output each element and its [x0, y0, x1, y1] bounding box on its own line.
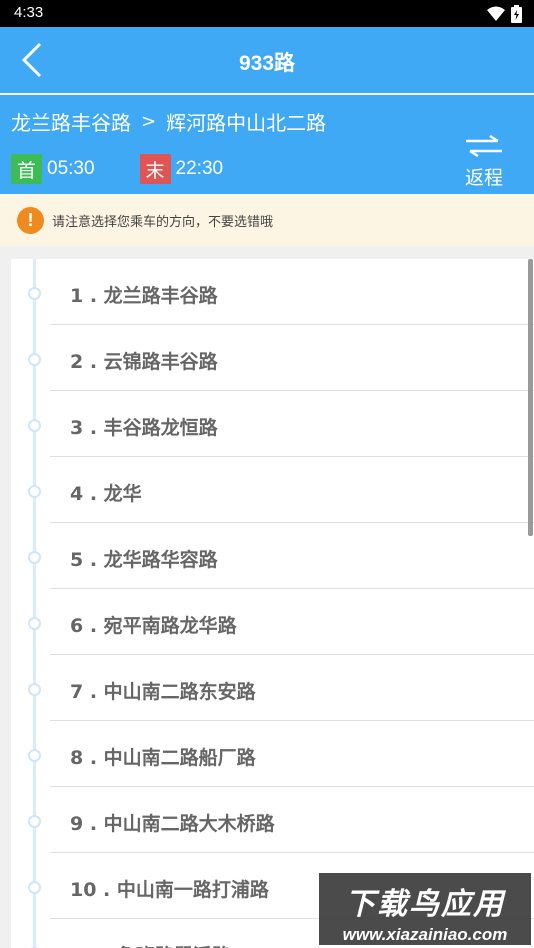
stop-name: 8 . 中山南二路船厂路 [70, 747, 256, 769]
last-bus-badge: 末 [139, 154, 171, 184]
stop-item[interactable]: 1 . 龙兰路丰谷路 [11, 259, 534, 325]
stop-dot-icon [28, 749, 41, 762]
notice-text: 请注意选择您乘车的方向，不要选错哦 [52, 214, 274, 230]
watermark-title: 下载鸟应用 [345, 887, 505, 922]
stop-dot-icon [28, 287, 41, 300]
last-bus-time: 22:30 [175, 158, 224, 179]
route-direction: 龙兰路丰谷路 > 辉河路中山北二路 [11, 107, 326, 136]
watermark-url: www.xiazainiao.com [342, 925, 508, 944]
scrollbar[interactable] [528, 259, 533, 536]
warning-icon: ! [17, 206, 44, 234]
stop-dot-icon [28, 353, 41, 366]
route-separator: > [141, 111, 157, 132]
stop-dot-icon [28, 551, 41, 564]
first-bus-badge: 首 [11, 154, 42, 184]
service-times: 首 05:30 末 22:30 [11, 154, 223, 184]
page-title: 933路 [238, 52, 296, 75]
stop-name: 11 . 鲁班路瞿溪路 [70, 941, 231, 948]
stop-name: 7 . 中山南二路东安路 [70, 681, 256, 703]
nav-bar: 933路 [0, 27, 534, 93]
wifi-icon [487, 6, 505, 21]
route-header: 龙兰路丰谷路 > 辉河路中山北二路 首 05:30 末 22:30 返程 [0, 93, 534, 194]
stop-item[interactable]: 5 . 龙华路华容路 [11, 523, 534, 589]
stop-dot-icon [28, 683, 41, 696]
first-bus-time: 05:30 [47, 158, 95, 179]
watermark-logo: 下载鸟应用 www.xiazainiao.com [319, 873, 531, 945]
stop-item[interactable]: 8 . 中山南二路船厂路 [11, 721, 534, 787]
stop-name: 9 . 中山南二路大木桥路 [70, 813, 275, 835]
status-bar: 4:33 [0, 0, 534, 27]
stop-dot-icon [28, 485, 41, 498]
route-start: 龙兰路丰谷路 [11, 111, 131, 135]
stop-name: 4 . 龙华 [70, 483, 142, 505]
stop-dot-icon [28, 815, 41, 828]
stop-dot-icon [28, 881, 41, 894]
stop-name: 3 . 丰谷路龙恒路 [70, 417, 218, 439]
status-time: 4:33 [14, 4, 44, 21]
stop-item[interactable]: 4 . 龙华 [11, 457, 534, 523]
swap-arrows-icon [466, 134, 502, 158]
stop-item[interactable]: 6 . 宛平南路龙华路 [11, 589, 534, 655]
stop-dot-icon [28, 617, 41, 630]
stop-item[interactable]: 9 . 中山南二路大木桥路 [11, 787, 534, 853]
battery-icon [511, 5, 522, 23]
status-icons [487, 5, 522, 23]
route-end: 辉河路中山北二路 [166, 111, 327, 135]
stop-name: 1 . 龙兰路丰谷路 [70, 285, 218, 307]
return-trip-label: 返程 [464, 167, 503, 189]
stop-name: 10 . 中山南一路打浦路 [70, 879, 269, 901]
stop-item[interactable]: 2 . 云锦路丰谷路 [11, 325, 534, 391]
return-trip-button[interactable]: 返程 [463, 134, 505, 190]
stop-item[interactable]: 7 . 中山南二路东安路 [11, 655, 534, 721]
direction-notice: ! 请注意选择您乘车的方向，不要选错哦 [0, 194, 534, 246]
stop-item[interactable]: 3 . 丰谷路龙恒路 [11, 391, 534, 457]
stop-dot-icon [28, 419, 41, 432]
stop-name: 6 . 宛平南路龙华路 [70, 615, 237, 637]
stop-name: 5 . 龙华路华容路 [70, 549, 218, 571]
stop-list: 1 . 龙兰路丰谷路 2 . 云锦路丰谷路 3 . 丰谷路龙恒路 4 . 龙华 5 . … [11, 259, 534, 948]
stop-name: 2 . 云锦路丰谷路 [70, 351, 218, 373]
